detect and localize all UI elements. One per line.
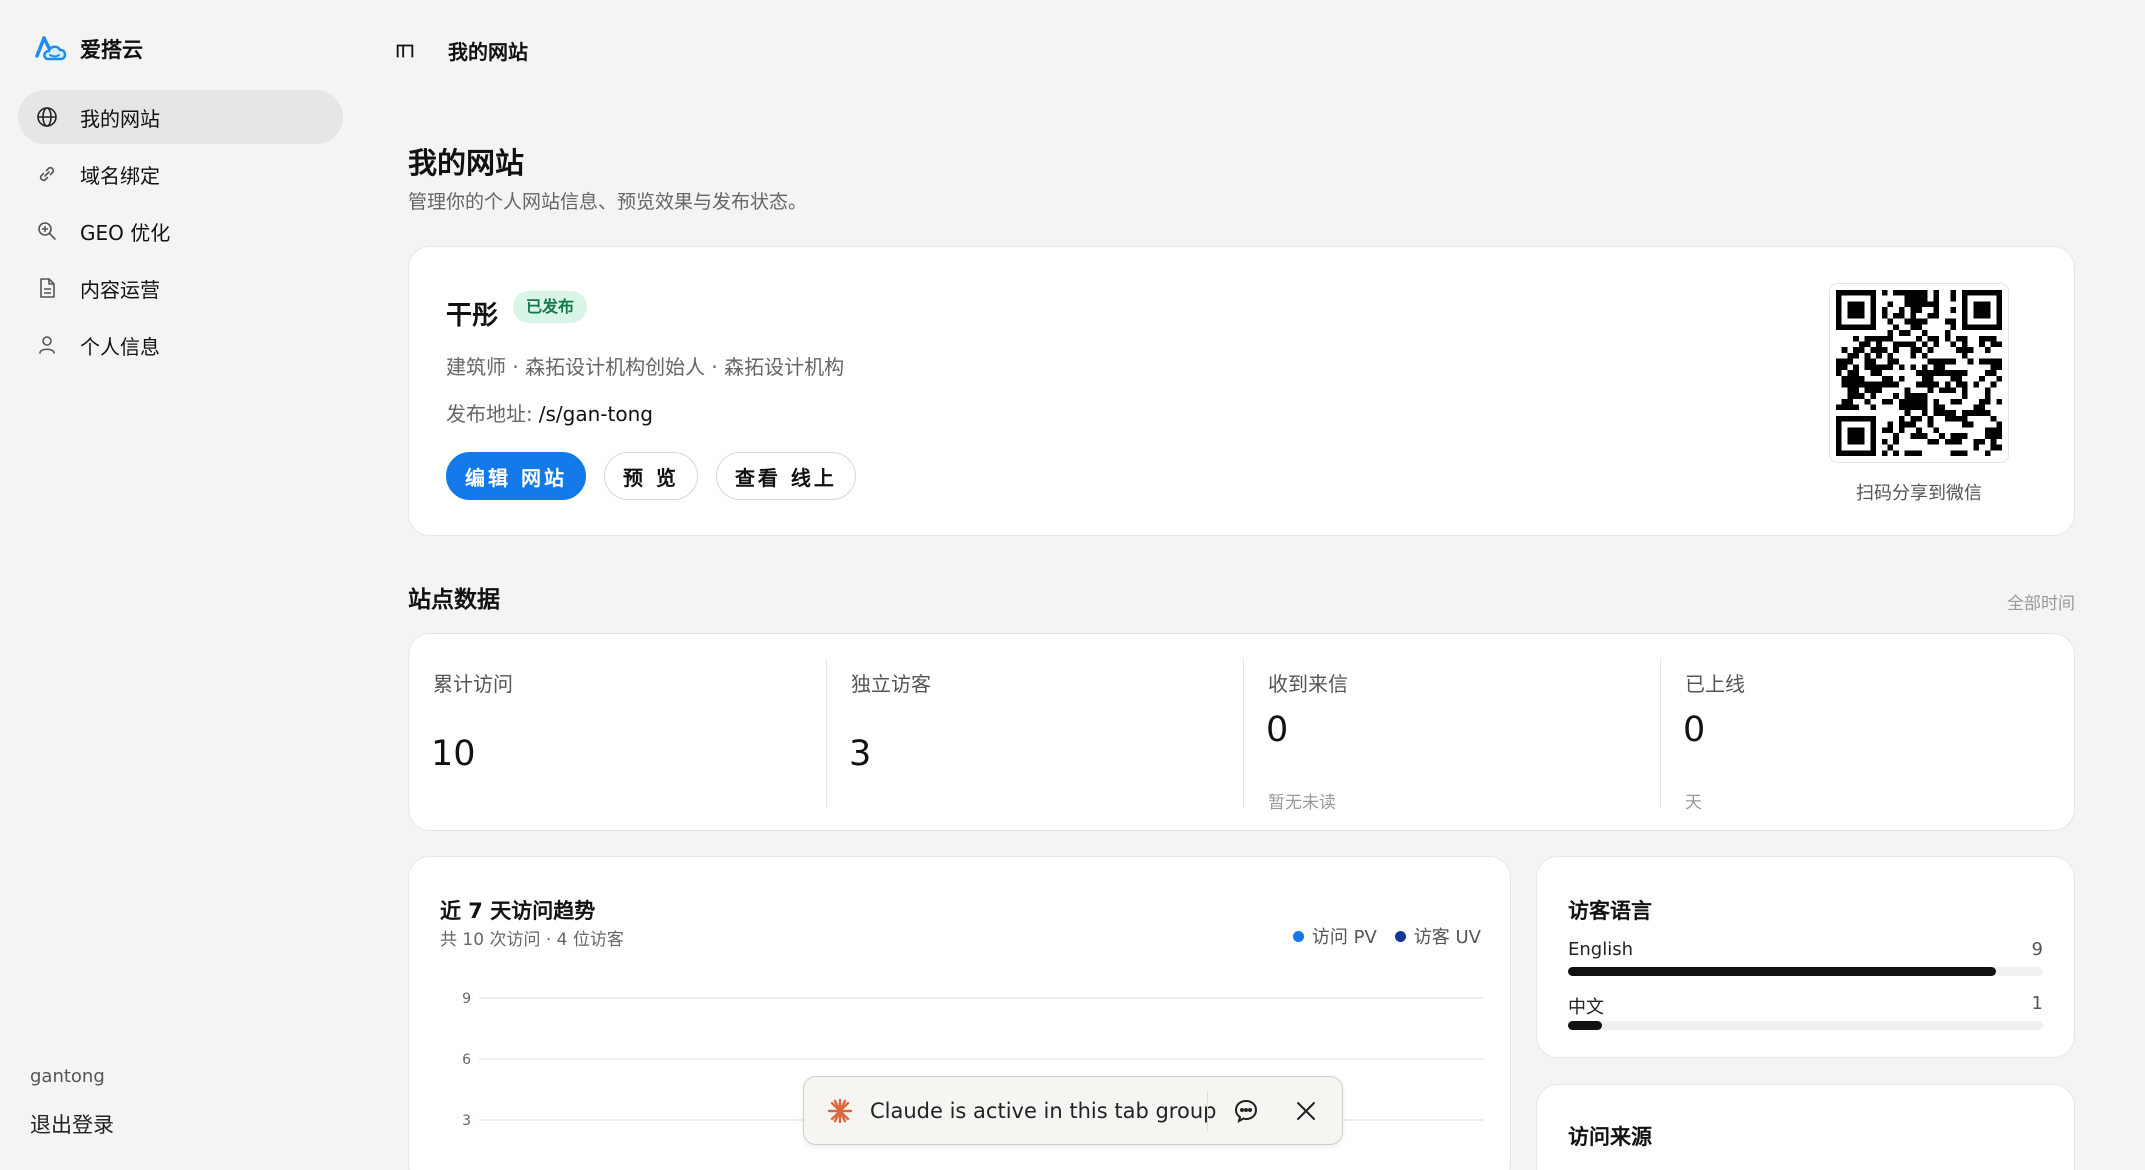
zoom-in-icon xyxy=(34,218,60,244)
site-owner-name: 干彤 xyxy=(446,301,499,331)
sidebar-item-geo[interactable]: GEO 优化 xyxy=(18,204,343,258)
brand-name: 爱搭云 xyxy=(80,38,143,62)
preview-button[interactable]: 预 览 xyxy=(603,452,698,500)
stat-label: 累计访问 xyxy=(433,672,513,696)
stat-note: 天 xyxy=(1685,793,1702,813)
stat-label: 已上线 xyxy=(1685,672,1745,696)
stat-value: 10 xyxy=(431,734,476,774)
current-user: gantong xyxy=(30,1066,105,1087)
close-icon[interactable] xyxy=(1294,1099,1318,1123)
legend-pv: 访问 PV xyxy=(1292,923,1377,949)
stat-messages: 收到来信 0 暂无未读 xyxy=(1243,658,1660,813)
y-tick-label: 9 xyxy=(462,991,471,1007)
stat-unique-visitors: 独立访客 3 xyxy=(826,658,1243,808)
document-icon xyxy=(34,275,60,301)
language-count: 1 xyxy=(2031,993,2043,1014)
sidebar-item-label: 域名绑定 xyxy=(80,163,160,188)
publish-address-url[interactable]: /s/gan-tong xyxy=(539,402,653,426)
sidebar-item-profile[interactable]: 个人信息 xyxy=(18,318,343,372)
page-title: 我的网站 xyxy=(408,146,525,180)
claude-sparkle-icon xyxy=(827,1098,853,1123)
qr-code-image xyxy=(1836,290,2002,456)
stat-label: 独立访客 xyxy=(851,672,931,696)
trend-subtitle: 共 10 次访问 · 4 位访客 xyxy=(440,930,624,950)
language-count: 9 xyxy=(2031,939,2043,960)
stat-value: 0 xyxy=(1266,710,1289,750)
stat-value: 0 xyxy=(1683,710,1706,750)
toast-text: Claude is active in this tab group xyxy=(870,1098,1217,1123)
language-name: English xyxy=(1568,939,1633,960)
site-data-title: 站点数据 xyxy=(408,587,500,613)
sidebar-toggle-icon[interactable] xyxy=(392,38,418,64)
legend-label: 访问 PV xyxy=(1311,927,1377,948)
language-bar-fill xyxy=(1568,1021,1603,1030)
sidebar-item-label: GEO 优化 xyxy=(80,220,171,245)
chart-legend: 访问 PV 访客 UV xyxy=(1292,923,1481,949)
topbar: 我的网站 xyxy=(392,36,528,65)
brand[interactable]: 爱搭云 xyxy=(34,34,143,64)
sidebar: 爱搭云 我的网站 域名绑定 GEO 优化 内容运营 个人信息 gantong 退… xyxy=(0,0,355,1170)
publish-address: 发布地址:/s/gan-tong xyxy=(446,398,653,427)
language-bar-fill xyxy=(1568,967,1996,976)
profile-actions: 编辑 网站 预 览 查看 线上 xyxy=(446,452,856,500)
breadcrumb: 我的网站 xyxy=(448,40,528,64)
legend-dot-pv xyxy=(1292,930,1304,942)
trend-title: 近 7 天访问趋势 xyxy=(440,899,596,923)
stat-label: 收到来信 xyxy=(1268,672,1348,696)
link-icon xyxy=(34,161,60,187)
site-profile-card: 干彤 已发布 建筑师 · 森拓设计机构创始人 · 森拓设计机构 发布地址:/s/… xyxy=(408,246,2075,536)
view-online-button[interactable]: 查看 线上 xyxy=(715,452,856,500)
sidebar-nav: 我的网站 域名绑定 GEO 优化 内容运营 个人信息 xyxy=(18,90,343,375)
language-bar-track xyxy=(1568,967,2043,976)
user-icon xyxy=(34,332,60,358)
legend-label: 访客 UV xyxy=(1413,927,1481,948)
stat-value: 3 xyxy=(849,734,872,774)
source-title: 访问来源 xyxy=(1568,1125,1652,1149)
chat-icon[interactable] xyxy=(1232,1097,1260,1125)
time-range-select[interactable]: 全部时间 xyxy=(2007,589,2075,614)
y-tick-label: 6 xyxy=(462,1052,471,1068)
sidebar-item-my-website[interactable]: 我的网站 xyxy=(18,90,343,144)
legend-dot-uv xyxy=(1394,930,1406,942)
visit-source-card: 访问来源 xyxy=(1536,1084,2075,1170)
language-name: 中文 xyxy=(1568,997,1604,1018)
page-subtitle: 管理你的个人网站信息、预览效果与发布状态。 xyxy=(408,191,808,213)
site-owner-meta: 建筑师 · 森拓设计机构创始人 · 森拓设计机构 xyxy=(446,355,845,379)
visitor-language-card: 访客语言 English 9 中文 1 xyxy=(1536,856,2075,1058)
status-badge: 已发布 xyxy=(513,291,588,323)
publish-address-label: 发布地址: xyxy=(446,402,533,426)
stat-note: 暂无未读 xyxy=(1268,793,1336,813)
edit-website-button[interactable]: 编辑 网站 xyxy=(446,452,586,500)
stat-days-online: 已上线 0 天 xyxy=(1660,658,2077,813)
sidebar-item-label: 内容运营 xyxy=(80,277,160,302)
cloud-logo-icon xyxy=(35,36,67,61)
claude-status-toast: Claude is active in this tab group xyxy=(803,1076,1343,1145)
language-bar-track xyxy=(1568,1021,2043,1030)
sidebar-item-label: 我的网站 xyxy=(80,106,160,131)
language-title: 访客语言 xyxy=(1568,899,1652,923)
globe-icon xyxy=(34,104,60,130)
legend-uv: 访客 UV xyxy=(1394,923,1481,949)
sidebar-item-domain[interactable]: 域名绑定 xyxy=(18,147,343,201)
stat-total-visits: 累计访问 10 xyxy=(409,658,826,808)
stats-card: 累计访问 10 独立访客 3 收到来信 0 暂无未读 已上线 0 天 xyxy=(408,633,2075,831)
qr-caption: 扫码分享到微信 xyxy=(1856,483,1982,504)
sidebar-item-label: 个人信息 xyxy=(80,334,160,359)
logout-button[interactable]: 退出登录 xyxy=(30,1109,114,1139)
y-tick-label: 3 xyxy=(462,1113,471,1129)
sidebar-item-content[interactable]: 内容运营 xyxy=(18,261,343,315)
toast-divider xyxy=(1207,1091,1208,1131)
qr-code xyxy=(1829,283,2009,463)
